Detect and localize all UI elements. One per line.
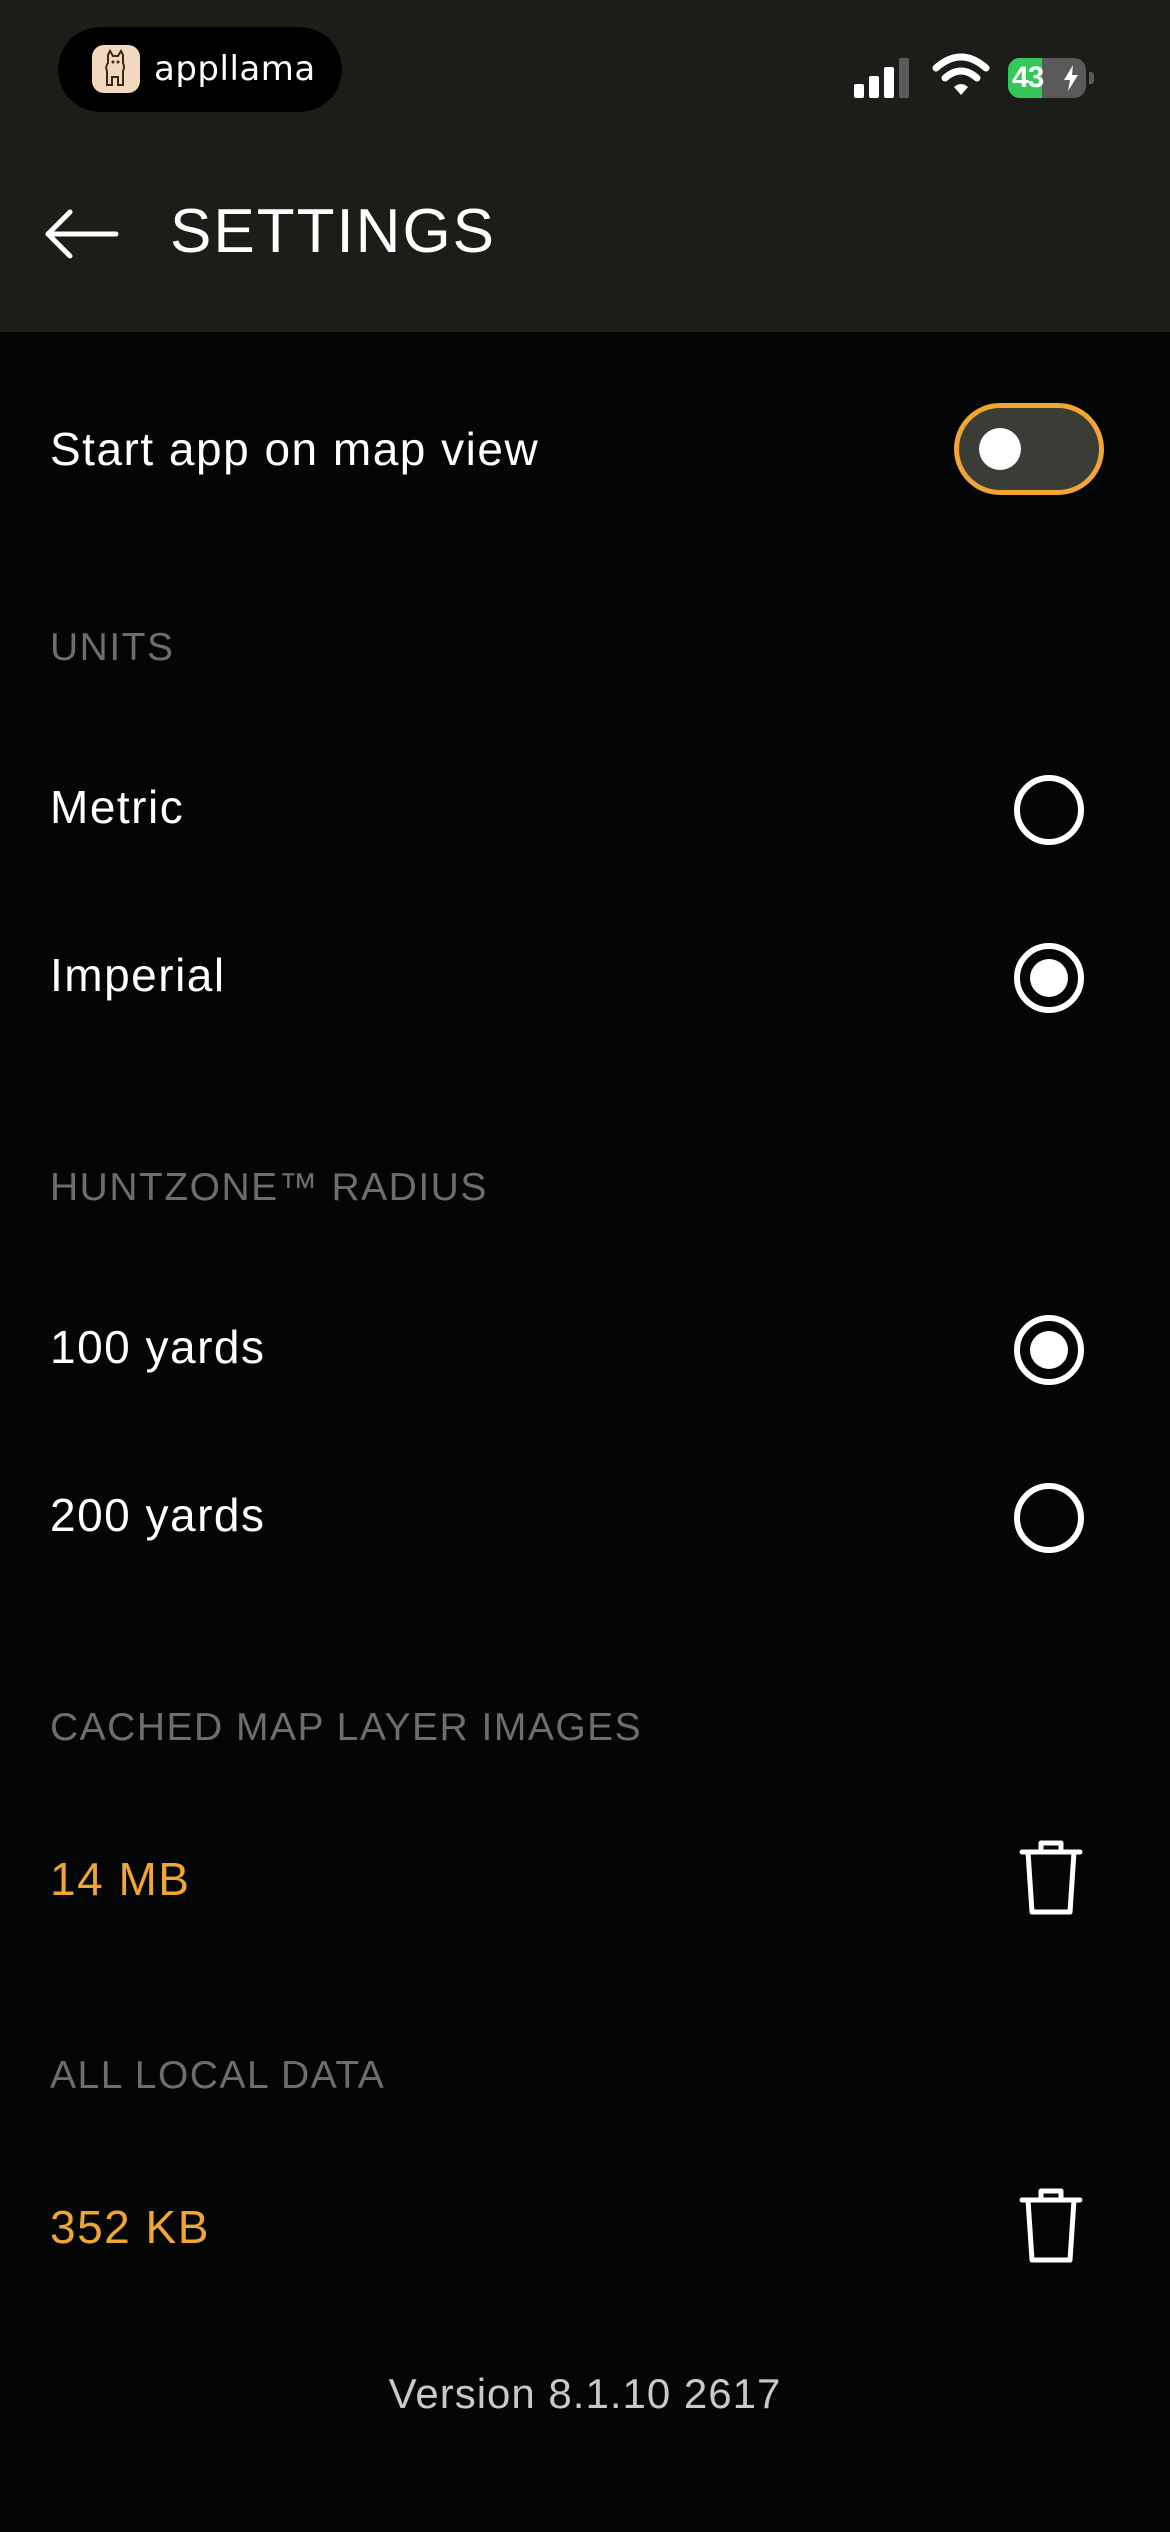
radius-option-200[interactable]: 200 yards — [0, 1478, 1170, 1558]
units-section-header: UNITS — [50, 626, 175, 669]
start-on-map-label: Start app on map view — [50, 423, 540, 475]
metric-radio-button[interactable] — [1014, 775, 1084, 845]
app-indicator-pill: appllama — [58, 27, 342, 112]
battery-level: 43 — [1012, 61, 1044, 94]
toggle-knob — [979, 428, 1021, 470]
unit-option-label: Imperial — [50, 949, 226, 1001]
radius-option-label: 100 yards — [50, 1321, 266, 1373]
arrow-left-icon[interactable] — [42, 198, 122, 268]
trash-icon[interactable] — [1018, 1838, 1084, 1918]
huntzone-radius-section-header: HUNTZONE™ RADIUS — [50, 1166, 488, 1209]
local-data-section-header: ALL LOCAL DATA — [50, 2054, 386, 2097]
cached-map-size: 14 MB — [50, 1853, 191, 1905]
charging-bolt-icon — [1064, 65, 1078, 91]
battery-icon: 43 — [1008, 58, 1094, 98]
app-name-label: appllama — [154, 49, 316, 89]
trash-icon[interactable] — [1018, 2186, 1084, 2266]
unit-option-metric[interactable]: Metric — [0, 770, 1170, 850]
radius-100-radio-button[interactable] — [1014, 1315, 1084, 1385]
cached-map-section-header: CACHED MAP LAYER IMAGES — [50, 1706, 643, 1749]
unit-option-label: Metric — [50, 781, 185, 833]
imperial-radio-button[interactable] — [1014, 943, 1084, 1013]
page-title: SETTINGS — [170, 197, 497, 266]
start-on-map-toggle[interactable] — [954, 403, 1104, 495]
radius-200-radio-button[interactable] — [1014, 1483, 1084, 1553]
unit-option-imperial[interactable]: Imperial — [0, 938, 1170, 1018]
llama-app-icon — [92, 45, 140, 93]
cellular-signal-icon — [854, 58, 909, 98]
radius-option-label: 200 yards — [50, 1489, 266, 1541]
local-data-size: 352 KB — [50, 2201, 210, 2253]
radius-option-100[interactable]: 100 yards — [0, 1310, 1170, 1390]
wifi-icon — [932, 53, 990, 95]
app-version-label: Version 8.1.10 2617 — [388, 2370, 782, 2417]
app-header: appllama 43 SETTINGS — [0, 0, 1170, 332]
